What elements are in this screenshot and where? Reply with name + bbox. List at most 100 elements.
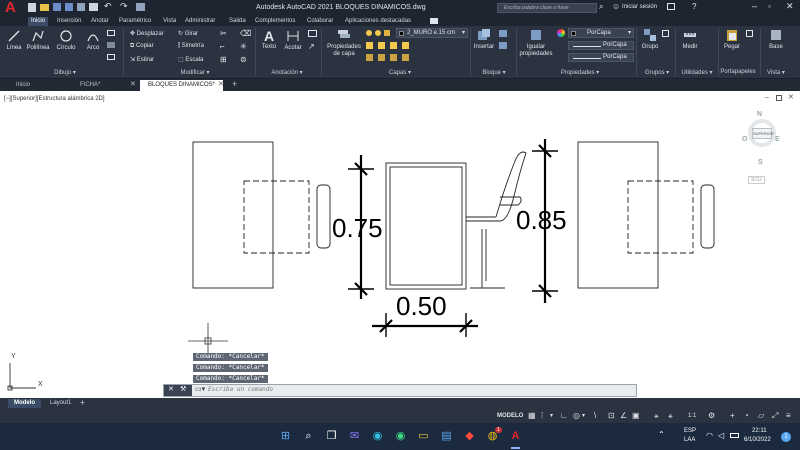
clock-date[interactable]: 6/10/2022 — [744, 437, 771, 443]
group-button[interactable]: Grupo — [639, 28, 661, 50]
language-indicator-sub[interactable]: LAA — [684, 437, 695, 443]
annotation-scale-value[interactable]: 1:1 — [688, 411, 696, 421]
clipboard-group-label[interactable]: Portapapeles — [716, 69, 760, 75]
chat-icon[interactable]: ✉ — [347, 429, 362, 444]
create-block-icon[interactable] — [499, 30, 507, 37]
task-view-icon[interactable]: ❐ — [324, 429, 339, 444]
user-icon[interactable]: ☺ — [612, 2, 620, 11]
customize-icon[interactable]: ≡ — [786, 411, 791, 421]
tab-parametrico[interactable]: Paramétrico — [116, 17, 154, 26]
close-icon[interactable]: ✕ — [218, 80, 224, 88]
tab-vista[interactable]: Vista — [160, 17, 179, 26]
tab-model[interactable]: Modelo — [8, 399, 41, 408]
gear-icon[interactable]: ⚙ — [708, 411, 715, 421]
layer-tool-icon[interactable] — [366, 54, 373, 61]
offset-icon[interactable]: ⊜ — [240, 55, 247, 64]
explode-icon[interactable]: ✳ — [240, 42, 247, 51]
new-tab-button[interactable]: + — [232, 79, 237, 89]
polyline-button[interactable]: Polilínea — [26, 29, 50, 51]
layers-group-label[interactable]: Capas ▾ — [375, 69, 425, 76]
rectangle-icon[interactable] — [107, 30, 115, 36]
tab-anotar[interactable]: Anotar — [88, 17, 112, 26]
add-layout-button[interactable]: + — [80, 398, 85, 407]
tab-insercion[interactable]: Inserción — [54, 17, 84, 26]
tab-salida[interactable]: Salida — [226, 17, 249, 26]
groups-group-label[interactable]: Grupos ▾ — [640, 69, 674, 76]
edge-dev-icon[interactable]: ◉ — [393, 429, 408, 444]
web-icon[interactable] — [77, 3, 85, 11]
paste-button[interactable]: Pegar — [720, 28, 744, 50]
search-icon[interactable]: ⌕ — [301, 429, 316, 444]
measure-button[interactable]: Medir — [677, 28, 703, 50]
open-icon[interactable] — [40, 4, 49, 11]
layer-tool-icon[interactable] — [390, 42, 397, 49]
annotation-visibility-icon[interactable]: ⚹ — [654, 411, 659, 421]
help-icon[interactable]: ? — [692, 2, 696, 11]
tab-complementos[interactable]: Complementos — [252, 17, 298, 26]
tab-aplicaciones[interactable]: Aplicaciones destacadas — [342, 17, 414, 26]
text-button[interactable]: A Texto — [258, 28, 280, 50]
close-button[interactable]: ✕ — [786, 1, 794, 12]
line-button[interactable]: Línea — [3, 29, 25, 51]
layer-tool-icon[interactable] — [390, 54, 397, 61]
properties-group-label[interactable]: Propiedades ▾ — [550, 69, 610, 76]
command-input[interactable]: Escriba un comando — [208, 386, 273, 393]
utilities-group-label[interactable]: Utilidades ▾ — [676, 69, 718, 76]
table-icon[interactable] — [308, 30, 317, 37]
snap-icon[interactable]: ⁞ — [541, 411, 543, 421]
print-icon[interactable] — [89, 3, 98, 11]
draw-group-label[interactable]: Dibujo ▾ — [40, 69, 90, 76]
drawing-viewport[interactable]: [−][Superior][Estructura alámbrica 2D] –… — [0, 91, 800, 398]
lock-icon[interactable] — [384, 30, 390, 36]
ribbon-toggle-icon[interactable] — [430, 18, 438, 24]
file-tab-bloques[interactable]: BLOQUES DINAMICOS* — [140, 80, 224, 91]
layer-tool-icon[interactable] — [378, 54, 385, 61]
minimize-button[interactable]: – — [752, 1, 757, 11]
insert-button[interactable]: Insertar — [472, 28, 496, 50]
drawing-canvas[interactable] — [0, 91, 800, 398]
annotation-autoscale-icon[interactable]: ⚹ — [668, 411, 673, 421]
store-icon[interactable]: ▤ — [439, 429, 454, 444]
new-icon[interactable] — [28, 3, 36, 12]
mirror-button[interactable]: ⫿ Simetría — [178, 43, 204, 50]
otrack-icon[interactable]: ∠ — [620, 411, 627, 421]
layer-tool-icon[interactable] — [366, 42, 373, 49]
plus-icon[interactable]: + — [730, 411, 735, 421]
model-space-button[interactable]: MODELO — [497, 411, 523, 421]
edit-block-icon[interactable] — [499, 42, 507, 49]
lineweight-dropdown[interactable]: PorCapa — [568, 53, 634, 62]
copy-button[interactable]: ⧉ Copiar — [130, 43, 154, 50]
windows-start-icon[interactable]: ⊞ — [278, 429, 293, 444]
tab-layout1[interactable]: Layout1 — [46, 399, 75, 408]
grid-icon[interactable]: ▦ — [528, 411, 536, 421]
arc-button[interactable]: Arco — [83, 29, 103, 51]
volume-icon[interactable]: ◁ — [718, 431, 724, 440]
layer-dropdown[interactable]: 2_MURO e.15 cm ▾ — [396, 28, 468, 38]
chevron-up-icon[interactable]: ⌃ — [658, 430, 665, 439]
stretch-button[interactable]: ⇲ Estirar — [130, 56, 154, 63]
array-icon[interactable]: ⊞ — [220, 55, 227, 64]
match-properties-button[interactable]: Igualar propiedades — [518, 28, 554, 58]
file-tab-start[interactable]: Inicio — [8, 80, 38, 91]
maximize-button[interactable]: ▫ — [768, 2, 771, 11]
trim-icon[interactable]: ✂ — [220, 29, 227, 38]
wrench-icon[interactable]: ⚒ — [180, 385, 186, 393]
dimension-button[interactable]: Acotar — [282, 29, 304, 51]
app-red-icon[interactable]: ◆ — [462, 429, 477, 444]
hardware-accel-icon[interactable]: ▱ — [758, 411, 764, 421]
copy-clip-icon[interactable] — [746, 30, 753, 37]
scale-button[interactable]: ⬚ Escala — [178, 56, 203, 63]
search-input[interactable]: Escriba palabra clave o frase — [504, 5, 568, 11]
rotate-button[interactable]: ↻ Girar — [178, 30, 198, 37]
undo-icon[interactable]: ↶ — [104, 1, 112, 12]
notification-badge[interactable]: 1 — [781, 432, 791, 442]
erase-icon[interactable]: ⌫ — [240, 29, 251, 38]
isolate-icon[interactable]: ◔ — [744, 411, 749, 421]
autocad-taskbar-icon[interactable]: A — [508, 429, 523, 444]
command-prompt-icon[interactable]: ▭▾ — [195, 385, 205, 393]
layer-tool-icon[interactable] — [378, 42, 385, 49]
language-indicator[interactable]: ESP — [684, 428, 696, 434]
redo-icon[interactable]: ↷ — [120, 1, 128, 12]
search-box[interactable]: Escriba palabra clave o frase — [497, 3, 597, 13]
polar-icon[interactable]: ◎ — [573, 411, 580, 421]
